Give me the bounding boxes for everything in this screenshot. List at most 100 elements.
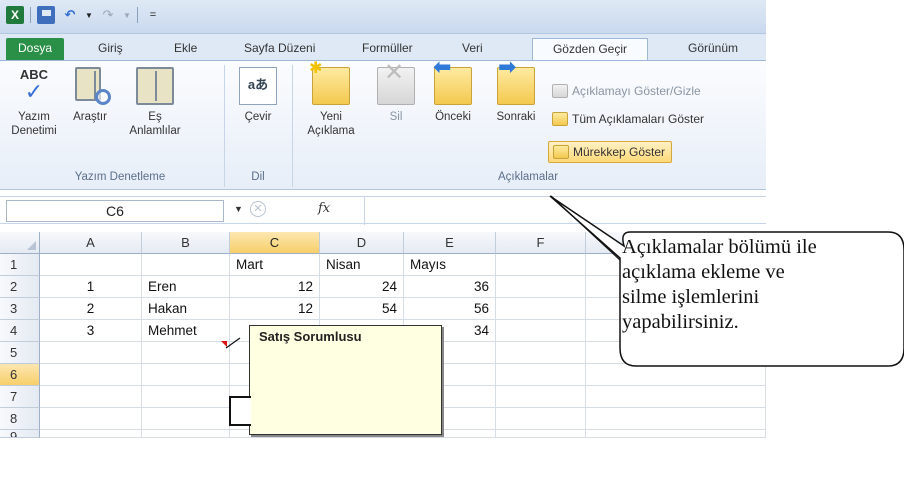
tab-home[interactable]: Giriş [92,38,129,60]
cell-b7[interactable] [142,386,230,408]
row-header-7[interactable]: 7 [0,386,40,408]
cell-f9[interactable] [496,430,586,438]
new-comment-button[interactable]: ✱ Yeni Açıklama [298,61,364,138]
cell-b2[interactable]: Eren [142,276,230,298]
cancel-icon[interactable]: ✕ [250,201,266,217]
column-header-b[interactable]: B [142,232,230,254]
research-button[interactable]: Araştır [62,67,118,124]
show-ink-label: Mürekkep Göster [573,145,666,159]
next-comment-icon: ➡ [497,56,535,105]
spelling-icon: ABC [15,67,53,105]
cell-f1[interactable] [496,254,586,276]
row-header-8[interactable]: 8 [0,408,40,430]
cell-e2[interactable]: 36 [404,276,496,298]
insert-function-button[interactable]: fx [318,201,330,216]
excel-icon[interactable]: X [6,6,24,24]
cell-a8[interactable] [40,408,142,430]
callout-text: Açıklamalar bölümü ile açıklama ekleme v… [622,235,902,335]
save-icon[interactable] [37,6,55,24]
callout-line: yapabilirsiniz. [622,311,739,333]
research-icon [71,67,111,105]
row-header-4[interactable]: 4 [0,320,40,342]
name-box[interactable]: C6 [6,200,224,222]
cell-f4[interactable] [496,320,586,342]
cell-f7[interactable] [496,386,586,408]
column-header-f[interactable]: F [496,232,586,254]
cell-a4[interactable]: 3 [40,320,142,342]
cell-g5[interactable] [586,342,766,364]
cell-g7[interactable] [586,386,766,408]
cell-e1[interactable]: Mayıs [404,254,496,276]
row-header-2[interactable]: 2 [0,276,40,298]
cell-a7[interactable] [40,386,142,408]
column-header-d[interactable]: D [320,232,404,254]
cell-f8[interactable] [496,408,586,430]
tab-data[interactable]: Veri [456,38,489,60]
cell-b5[interactable] [142,342,230,364]
cell-f3[interactable] [496,298,586,320]
cell-b3[interactable]: Hakan [142,298,230,320]
cell-b6[interactable] [142,364,230,386]
cell-comment[interactable]: Satış Sorumlusu [249,325,442,435]
cell-g9[interactable] [586,430,766,438]
formula-bar: C6 ▼ ✕ fx [0,196,766,225]
select-all-button[interactable] [0,232,40,254]
undo-dropdown-icon[interactable]: ▼ [85,6,93,24]
cell-f2[interactable] [496,276,586,298]
spelling-button[interactable]: ABC Yazım Denetimi [6,67,62,138]
show-ink-icon [553,145,569,159]
cell-g8[interactable] [586,408,766,430]
cell-c2[interactable]: 12 [230,276,320,298]
column-header-a[interactable]: A [40,232,142,254]
redo-dropdown-icon[interactable]: ▼ [123,6,131,24]
row-header-1[interactable]: 1 [0,254,40,276]
row-header-3[interactable]: 3 [0,298,40,320]
customize-qat-button[interactable]: = [144,6,162,24]
redo-icon[interactable]: ↷ [99,6,117,24]
cell-a1[interactable] [40,254,142,276]
tab-file[interactable]: Dosya [6,38,64,60]
cell-a9[interactable] [40,430,142,438]
column-header-e[interactable]: E [404,232,496,254]
cell-e3[interactable]: 56 [404,298,496,320]
cell-c3[interactable]: 12 [230,298,320,320]
cell-a2[interactable]: 1 [40,276,142,298]
cell-a6[interactable] [40,364,142,386]
cell-d3[interactable]: 54 [320,298,404,320]
undo-icon[interactable]: ↶ [61,6,79,24]
cell-c1[interactable]: Mart [230,254,320,276]
cell-d1[interactable]: Nisan [320,254,404,276]
row-header-6[interactable]: 6 [0,364,40,386]
cell-b8[interactable] [142,408,230,430]
comment-indicator [221,341,227,347]
cell-g6[interactable] [586,364,766,386]
cell-b9[interactable] [142,430,230,438]
tab-insert[interactable]: Ekle [168,38,203,60]
name-box-dropdown-icon[interactable]: ▼ [234,204,243,214]
thesaurus-button[interactable]: Eş Anlamlılar [118,67,192,138]
cell-b4[interactable]: Mehmet [142,320,230,342]
tab-view[interactable]: Görünüm [682,38,744,60]
show-hide-comment-button[interactable]: Açıklamayı Göster/Gizle [548,81,707,103]
column-header-c[interactable]: C [230,232,320,254]
show-all-comments-button[interactable]: Tüm Açıklamaları Göster [548,109,710,131]
active-cell-c6[interactable] [229,396,251,426]
tab-formulas[interactable]: Formüller [356,38,419,60]
previous-comment-button[interactable]: ⬅ Önceki [424,56,482,124]
cell-a3[interactable]: 2 [40,298,142,320]
row-header-9[interactable]: 9 [0,430,40,438]
delete-comment-button[interactable]: ✕ Sil [374,61,418,124]
tab-page-layout[interactable]: Sayfa Düzeni [238,38,321,60]
show-ink-button[interactable]: Mürekkep Göster [548,141,673,163]
cell-d2[interactable]: 24 [320,276,404,298]
next-comment-button[interactable]: ➡ Sonraki [486,56,546,124]
cell-a5[interactable] [40,342,142,364]
translate-button[interactable]: aあ Çevir [232,67,284,124]
previous-comment-label: Önceki [435,111,471,123]
ribbon-tabs: Dosya Giriş Ekle Sayfa Düzeni Formüller … [0,34,766,60]
tab-review[interactable]: Gözden Geçir [532,38,648,60]
cell-b1[interactable] [142,254,230,276]
cell-f5[interactable] [496,342,586,364]
cell-f6[interactable] [496,364,586,386]
row-header-5[interactable]: 5 [0,342,40,364]
